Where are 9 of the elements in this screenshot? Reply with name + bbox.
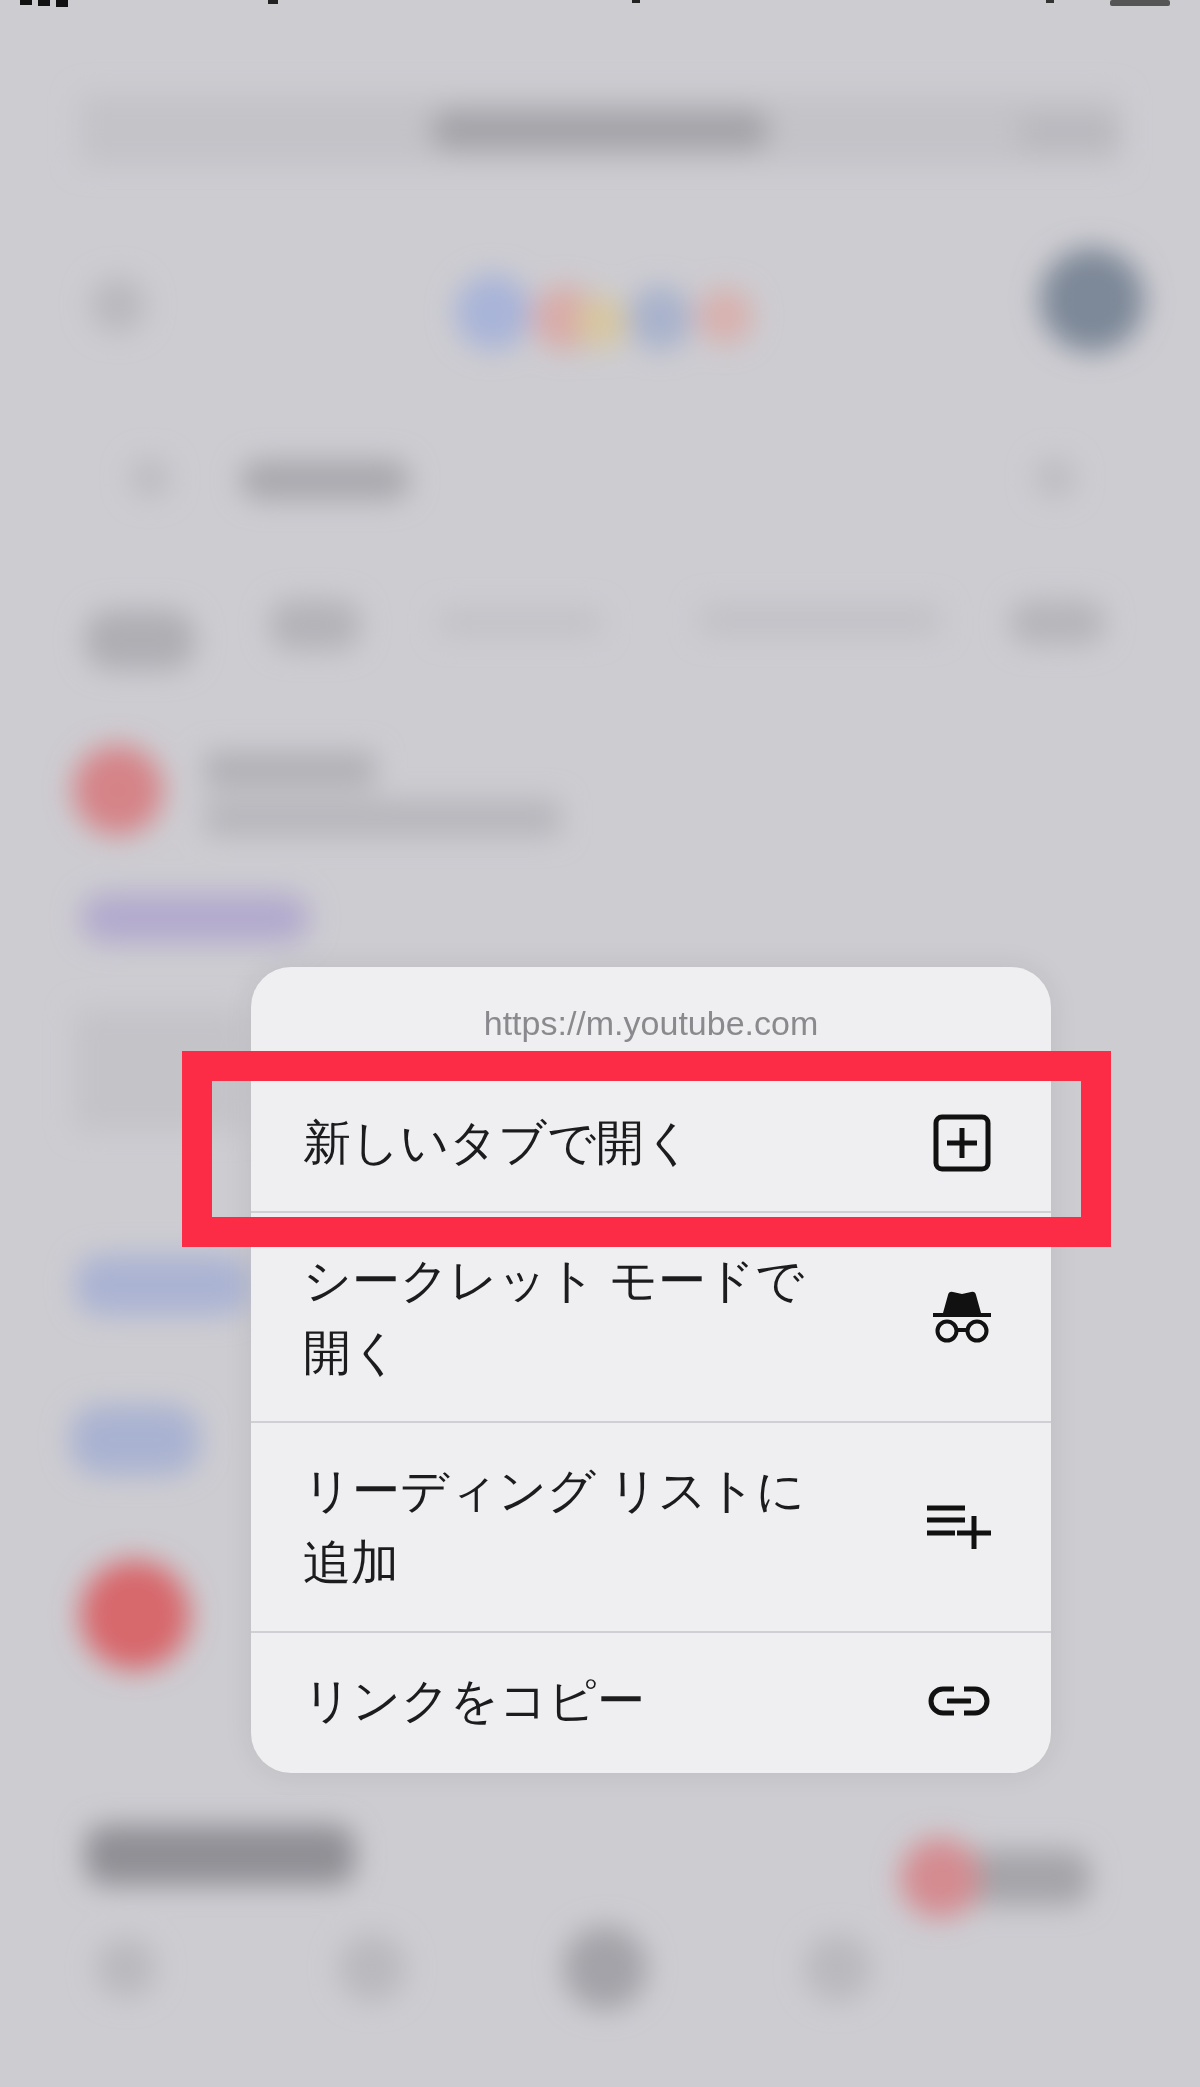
link-icon	[927, 1685, 991, 1717]
menu-item[interactable]: リンクをコピー	[251, 1633, 1051, 1773]
menu-item[interactable]: 新しいタブで開く	[251, 1075, 1051, 1211]
link-url: https://m.youtube.com	[483, 1003, 819, 1043]
hat-and-glasses-icon	[933, 1291, 991, 1343]
square-plus-icon	[933, 1114, 991, 1172]
list-plus-icon	[927, 1505, 991, 1549]
menu-item[interactable]: リーディング リストに追加	[251, 1423, 1051, 1631]
menu-item[interactable]: シークレット モードで開く	[251, 1213, 1051, 1421]
